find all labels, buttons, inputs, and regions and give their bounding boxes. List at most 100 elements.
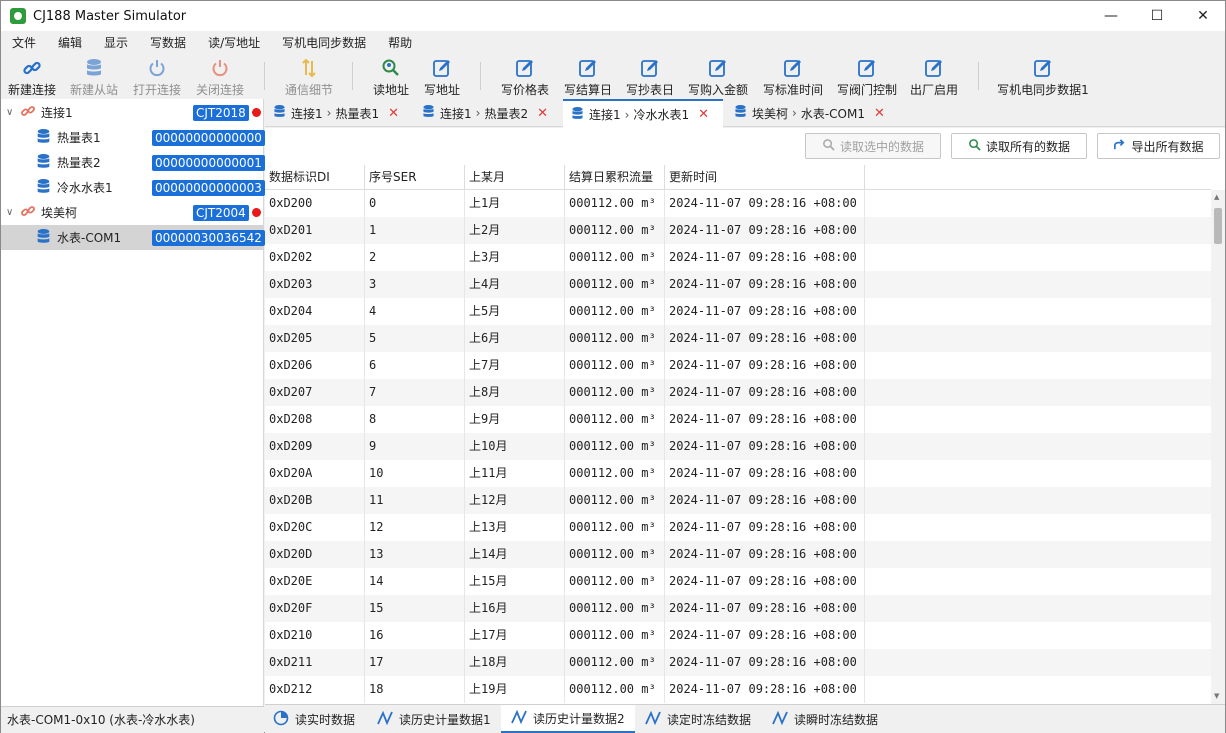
tab-read-timed-freeze[interactable]: 读定时冻结数据 [645, 705, 755, 733]
open-connection-button[interactable]: 打开连接 [132, 55, 182, 99]
close-icon[interactable]: ✕ [388, 106, 399, 121]
table-row[interactable]: 0xD212 18 上19月 000112.00 m³ 2024-11-07 09:28… [265, 676, 1211, 703]
write-address-button[interactable]: 写地址 [423, 55, 461, 99]
table-cell: 000112.00 m³ [565, 190, 665, 217]
new-connection-label: 新建连接 [7, 83, 56, 97]
new-slave-button[interactable]: 新建从站 [69, 55, 119, 99]
tab-heat-meter-2[interactable]: 连接1 › 热量表2 ✕ [422, 99, 562, 127]
column-header[interactable]: 数据标识DI [265, 165, 365, 190]
minimize-button[interactable]: — [1088, 1, 1134, 31]
column-header[interactable]: 序号SER [365, 165, 465, 190]
write-purchase-button[interactable]: 写购入金额 [686, 55, 750, 99]
menu-write-data[interactable]: 写数据 [139, 32, 197, 54]
address-badge: 00000030036542 [152, 229, 265, 246]
close-icon[interactable]: ✕ [537, 106, 548, 121]
power-off-icon [211, 56, 229, 80]
table-row[interactable]: 0xD20B 11 上12月 000112.00 m³ 2024-11-07 09:28… [265, 487, 1211, 514]
tree-device-heat-meter-2[interactable]: 热量表2 00000000000001 [1, 150, 265, 175]
close-icon[interactable]: ✕ [874, 106, 885, 121]
table-cell: 2024-11-07 09:28:16 +08:00 [665, 622, 865, 649]
new-connection-button[interactable]: 新建连接 [7, 55, 57, 99]
menu-view[interactable]: 显示 [93, 32, 139, 54]
chevron-down-icon[interactable]: ∨ [6, 207, 13, 218]
tab-cold-water-meter-1[interactable]: 连接1 › 冷水水表1 ✕ [563, 99, 723, 128]
close-window-button[interactable]: ✕ [1180, 1, 1226, 31]
table-row[interactable]: 0xD211 17 上18月 000112.00 m³ 2024-11-07 09:28… [265, 649, 1211, 676]
address-badge: 00000000000003 [152, 179, 265, 196]
tab-device-label: 水表-COM1 [800, 106, 865, 121]
tab-water-meter-com1[interactable]: 埃美柯 › 水表-COM1 ✕ [734, 99, 894, 127]
write-price-button[interactable]: 写价格表 [499, 55, 551, 99]
column-header[interactable]: 上某月 [465, 165, 565, 190]
maximize-button[interactable]: ☐ [1134, 1, 1180, 31]
table-row[interactable]: 0xD203 3 上4月 000112.00 m³ 2024-11-07 09:28:1… [265, 271, 1211, 298]
write-std-time-button[interactable]: 写标准时间 [761, 55, 825, 99]
write-valve-button[interactable]: 写阀门控制 [835, 55, 899, 99]
tree-device-water-meter-com1[interactable]: 水表-COM1 00000030036542 [1, 225, 265, 250]
table-row[interactable]: 0xD204 4 上5月 000112.00 m³ 2024-11-07 09:28:1… [265, 298, 1211, 325]
table-row[interactable]: 0xD210 16 上17月 000112.00 m³ 2024-11-07 09:28… [265, 622, 1211, 649]
menu-help[interactable]: 帮助 [377, 32, 423, 54]
read-selected-button[interactable]: 读取选中的数据 [805, 133, 941, 159]
table-row[interactable]: 0xD209 9 上10月 000112.00 m³ 2024-11-07 09:28:… [265, 433, 1211, 460]
menu-file[interactable]: 文件 [1, 32, 47, 54]
table-cell: 2024-11-07 09:28:16 +08:00 [665, 352, 865, 379]
table-row[interactable]: 0xD200 0 上1月 000112.00 m³ 2024-11-07 09:28:1… [265, 190, 1211, 217]
read-icon [968, 138, 981, 154]
tab-read-history-2[interactable]: 读历史计量数据2 [501, 705, 635, 733]
write-sync-button[interactable]: 写机电同步数据1 [996, 55, 1090, 99]
table-row[interactable]: 0xD206 6 上7月 000112.00 m³ 2024-11-07 09:28:1… [265, 352, 1211, 379]
column-header[interactable]: 更新时间 [665, 165, 865, 190]
chevron-right-icon: › [326, 106, 332, 120]
table-cell: 2024-11-07 09:28:16 +08:00 [665, 433, 865, 460]
comm-detail-button[interactable]: 通信细节 [284, 55, 334, 99]
write-settle-day-button[interactable]: 写结算日 [562, 55, 614, 99]
app-window: CJ188 Master Simulator — ☐ ✕ 文件 编辑 显示 写数… [0, 0, 1226, 733]
tab-heat-meter-1[interactable]: 连接1 › 热量表1 ✕ [273, 99, 413, 127]
table-row[interactable]: 0xD208 8 上9月 000112.00 m³ 2024-11-07 09:28:1… [265, 406, 1211, 433]
table-cell: 2024-11-07 09:28:16 +08:00 [665, 406, 865, 433]
column-header[interactable]: 结算日累积流量 [565, 165, 665, 190]
vertical-scrollbar[interactable]: ▲ ▼ [1211, 190, 1225, 704]
link-icon [20, 203, 36, 222]
table-row[interactable]: 0xD201 1 上2月 000112.00 m³ 2024-11-07 09:28:1… [265, 217, 1211, 244]
table-cell: 上9月 [465, 406, 565, 433]
read-address-button[interactable]: 读地址 [372, 55, 410, 99]
table-row[interactable]: 0xD205 5 上6月 000112.00 m³ 2024-11-07 09:28:1… [265, 325, 1211, 352]
chevron-down-icon[interactable]: ∨ [6, 107, 13, 118]
read-all-button[interactable]: 读取所有的数据 [951, 133, 1087, 159]
write-read-day-button[interactable]: 写抄表日 [624, 55, 676, 99]
tree-connection-1[interactable]: ∨ 连接1 CJT2018 [1, 100, 264, 125]
bottom-tabs: 读实时数据 读历史计量数据1 读历史计量数据2 读定时冻结数据 读瞬时冻结数据 [265, 704, 1225, 733]
menu-write-sync[interactable]: 写机电同步数据 [271, 32, 377, 54]
factory-enable-button[interactable]: 出厂启用 [908, 55, 960, 99]
data-panel: 读取选中的数据 读取所有的数据 导出所有数据 数据标识DI 序号SER 上某月 … [265, 128, 1225, 704]
table-cell: 000112.00 m³ [565, 298, 665, 325]
table-cell: 0xD205 [265, 325, 365, 352]
table-cell: 17 [365, 649, 465, 676]
export-all-button[interactable]: 导出所有数据 [1097, 133, 1220, 159]
scroll-down-icon[interactable]: ▼ [1214, 692, 1219, 700]
table-row[interactable]: 0xD20E 14 上15月 000112.00 m³ 2024-11-07 09:28… [265, 568, 1211, 595]
scroll-thumb[interactable] [1214, 208, 1222, 244]
tree-device-cold-water-meter-1[interactable]: 冷水水表1 00000000000003 [1, 175, 265, 200]
write-address-label: 写地址 [423, 83, 460, 97]
table-cell: 000112.00 m³ [565, 325, 665, 352]
tab-read-realtime[interactable]: 读实时数据 [273, 705, 369, 733]
table-row[interactable]: 0xD20D 13 上14月 000112.00 m³ 2024-11-07 09:28… [265, 541, 1211, 568]
tab-read-instant-freeze[interactable]: 读瞬时冻结数据 [772, 705, 882, 733]
table-row[interactable]: 0xD20A 10 上11月 000112.00 m³ 2024-11-07 09:28… [265, 460, 1211, 487]
menu-rw-address[interactable]: 读/写地址 [197, 32, 271, 54]
protocol-badge: CJT2004 [193, 204, 249, 221]
table-row[interactable]: 0xD207 7 上8月 000112.00 m³ 2024-11-07 09:28:1… [265, 379, 1211, 406]
close-connection-button[interactable]: 关闭连接 [195, 55, 245, 99]
scroll-up-icon[interactable]: ▲ [1214, 193, 1219, 201]
tab-read-history-1[interactable]: 读历史计量数据1 [377, 705, 497, 733]
tree-connection-2[interactable]: ∨ 埃美柯 CJT2004 [1, 200, 264, 225]
table-row[interactable]: 0xD20F 15 上16月 000112.00 m³ 2024-11-07 09:28… [265, 595, 1211, 622]
table-row[interactable]: 0xD202 2 上3月 000112.00 m³ 2024-11-07 09:28:1… [265, 244, 1211, 271]
menu-edit[interactable]: 编辑 [47, 32, 93, 54]
table-row[interactable]: 0xD20C 12 上13月 000112.00 m³ 2024-11-07 09:28… [265, 514, 1211, 541]
close-icon[interactable]: ✕ [698, 107, 709, 122]
tree-device-heat-meter-1[interactable]: 热量表1 00000000000000 [1, 125, 265, 150]
